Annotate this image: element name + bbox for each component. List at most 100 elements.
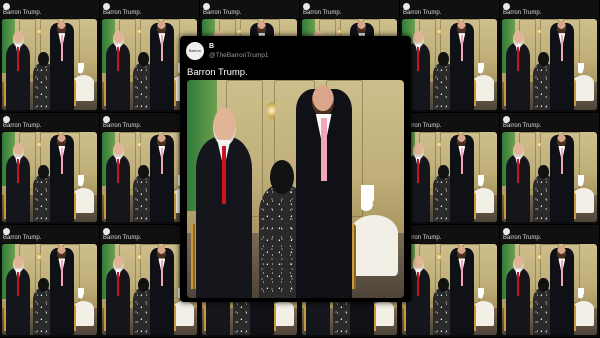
tile-caption: Barron Trump. — [403, 10, 442, 16]
young-man-figure — [49, 20, 75, 110]
head — [270, 159, 294, 194]
pink-tie — [160, 34, 164, 61]
tweet-handle[interactable]: @TheBarronTrump1 — [209, 52, 268, 59]
tweet-display-name[interactable]: B — [209, 43, 214, 50]
older-man-figure — [5, 143, 31, 223]
young-man-figure — [149, 246, 175, 336]
round-table — [473, 187, 495, 214]
older-man-figure — [105, 143, 131, 223]
young-man-figure — [449, 20, 475, 110]
head — [138, 277, 149, 292]
round-table — [273, 300, 295, 326]
red-tie — [517, 159, 520, 184]
tile-caption: Barron Trump. — [3, 235, 42, 242]
profile-avatar-icon — [503, 3, 510, 10]
pink-tie — [160, 260, 164, 287]
background-tweet-tile: Barron Trump. — [0, 225, 100, 338]
tile-caption: Barron Trump. — [503, 122, 542, 129]
red-tie — [117, 271, 120, 297]
tile-header: Barron Trump. — [300, 0, 399, 18]
photo-scene — [502, 244, 597, 336]
head — [456, 133, 467, 147]
round-table — [373, 300, 395, 326]
young-man-figure — [49, 246, 75, 336]
young-man-figure — [149, 20, 175, 110]
tweet-header: Barron Trump B @TheBarronTrump1 — [180, 36, 411, 64]
profile-avatar-icon — [403, 3, 410, 10]
round-table — [573, 300, 595, 326]
wall-lamp — [137, 253, 141, 261]
tile-caption: Barron Trump. — [103, 10, 142, 16]
head — [456, 246, 467, 260]
tile-photo — [402, 244, 497, 336]
round-table — [573, 75, 595, 101]
head — [56, 246, 67, 260]
orchid-flowers — [78, 62, 84, 78]
photo-scene — [2, 244, 97, 336]
tile-photo — [2, 131, 97, 223]
young-man-figure — [549, 20, 575, 110]
orchid-flowers — [478, 62, 484, 78]
tile-header: Barron Trump. — [500, 112, 599, 131]
background-tweet-tile: Barron Trump. — [500, 112, 600, 226]
profile-avatar-icon — [3, 115, 10, 123]
orchid-flowers — [78, 175, 84, 190]
head — [438, 164, 449, 179]
tile-caption: Barron Trump. — [303, 10, 342, 16]
head — [556, 20, 567, 34]
tile-photo — [402, 19, 497, 110]
orchid-flowers — [78, 287, 84, 303]
young-man-figure — [295, 84, 352, 298]
head — [156, 20, 167, 34]
red-tie — [417, 159, 420, 184]
round-table — [73, 187, 95, 214]
head — [538, 52, 549, 67]
head — [56, 133, 67, 147]
round-table — [173, 300, 195, 326]
tile-photo — [502, 19, 597, 110]
head — [438, 277, 449, 292]
young-man-figure — [149, 133, 175, 223]
round-table — [573, 187, 595, 214]
red-tie — [17, 159, 20, 184]
tile-photo — [2, 19, 97, 110]
red-tie — [17, 271, 20, 297]
red-tie — [417, 271, 420, 297]
pink-tie — [60, 260, 64, 287]
photo-scene — [402, 131, 497, 223]
red-tie — [117, 159, 120, 184]
tweet-text: Barron Trump. — [187, 67, 248, 78]
tile-caption: Barron Trump. — [3, 122, 42, 129]
profile-avatar-icon[interactable]: Barron Trump — [186, 42, 204, 60]
young-man-figure — [549, 246, 575, 336]
tile-caption: Barron Trump. — [503, 10, 542, 16]
head — [538, 277, 549, 292]
photo-scene — [402, 244, 497, 336]
tile-photo — [502, 131, 597, 223]
tile-caption: Barron Trump. — [103, 235, 142, 242]
tweet-photo[interactable] — [187, 80, 404, 298]
profile-avatar-icon — [103, 115, 110, 123]
wall-lamp — [537, 253, 541, 261]
pink-tie — [460, 260, 464, 287]
pink-tie — [160, 147, 164, 174]
photo-scene — [187, 80, 404, 298]
head — [356, 20, 367, 34]
photo-scene — [402, 19, 497, 110]
pink-tie — [60, 147, 64, 174]
older-man-figure — [505, 255, 531, 336]
head — [156, 133, 167, 147]
photo-scene — [502, 131, 597, 223]
background-tweet-tile: Barron Trump. — [400, 112, 500, 226]
head — [556, 246, 567, 260]
head — [456, 20, 467, 34]
older-man-figure — [505, 143, 531, 223]
older-man-figure — [5, 30, 31, 110]
tile-header: Barron Trump. — [400, 225, 499, 244]
background-tweet-tile: Barron Trump. — [0, 112, 100, 226]
tweet-card[interactable]: Barron Trump B @TheBarronTrump1 Barron T… — [180, 36, 411, 302]
profile-avatar-icon — [3, 228, 10, 236]
pink-tie — [460, 34, 464, 61]
young-man-figure — [449, 133, 475, 223]
tile-photo — [2, 244, 97, 336]
